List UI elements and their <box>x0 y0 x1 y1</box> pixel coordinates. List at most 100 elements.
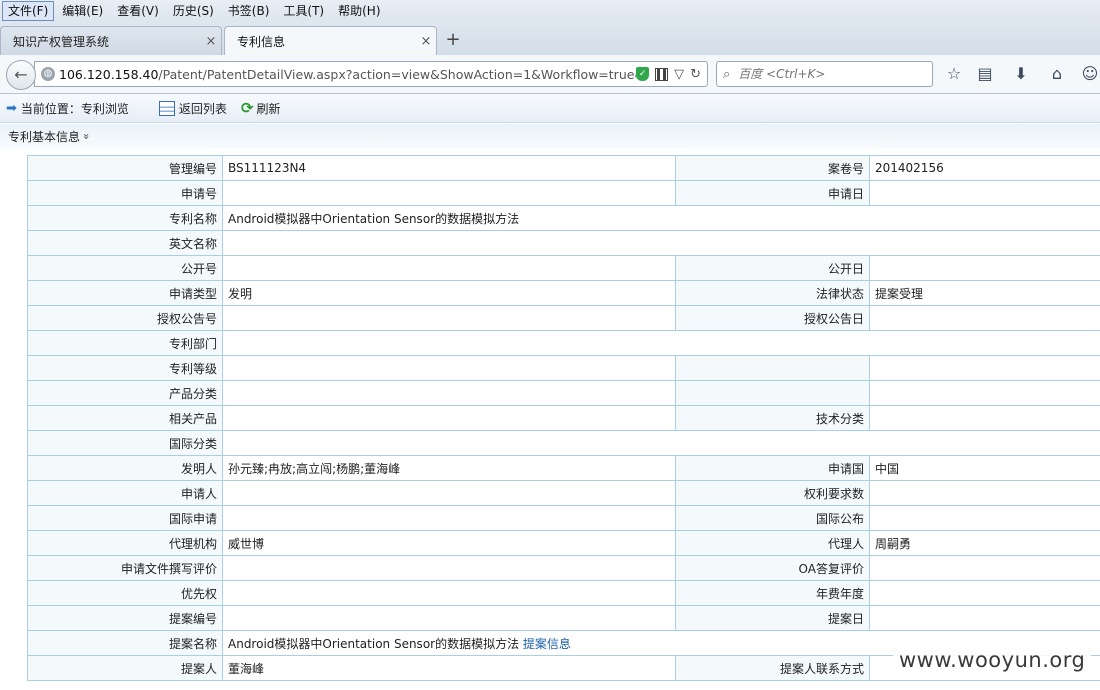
search-bar[interactable]: ⌕ <box>716 61 933 87</box>
menu-file[interactable]: 文件(F) <box>2 1 55 21</box>
field-label: OA答复评价 <box>675 555 870 581</box>
field-value-text: Android模拟器中Orientation Sensor的数据模拟方法 <box>228 636 520 651</box>
new-tab-button[interactable]: + <box>444 31 462 49</box>
field-label: 产品分类 <box>27 380 223 406</box>
shield-icon[interactable]: ✓ <box>636 67 650 81</box>
field-label: 提案日 <box>675 605 870 631</box>
field-label: 国际公布 <box>675 505 870 531</box>
menu-edit[interactable]: 编辑(E) <box>56 1 109 21</box>
collapse-chevron-icon[interactable]: » <box>80 133 93 140</box>
chat-icon[interactable]: ☺ <box>1080 64 1100 84</box>
field-label: 专利等级 <box>27 355 223 381</box>
url-host: 106.120.158.40 <box>59 66 159 82</box>
field-label: 法律状态 <box>675 280 870 306</box>
field-value-text: Android模拟器中Orientation Sensor的数据模拟方法 <box>228 211 520 226</box>
field-value <box>869 355 1100 381</box>
field-label: 提案名称 <box>27 630 223 656</box>
menu-bookmarks[interactable]: 书签(B) <box>222 1 276 21</box>
field-label: 提案编号 <box>27 605 223 631</box>
field-label: 专利名称 <box>27 205 223 231</box>
field-value <box>222 180 676 206</box>
field-value <box>869 555 1100 581</box>
field-label: 授权公告日 <box>675 305 870 331</box>
section-header[interactable]: 专利基本信息 » <box>0 124 1100 148</box>
field-value <box>869 505 1100 531</box>
field-value <box>222 330 1100 356</box>
back-button[interactable]: ← <box>6 60 36 90</box>
menu-history[interactable]: 历史(S) <box>167 1 220 21</box>
qr-code-icon[interactable] <box>655 67 669 81</box>
field-value <box>222 505 676 531</box>
table-row: 公开号 公开日 <box>27 255 1100 281</box>
home-icon[interactable]: ⌂ <box>1047 64 1067 84</box>
field-label: 发明人 <box>27 455 223 481</box>
field-value <box>222 305 676 331</box>
field-value <box>869 180 1100 206</box>
field-label: 代理机构 <box>27 530 223 556</box>
close-icon[interactable]: × <box>416 34 436 49</box>
field-value: 201402156 <box>869 155 1100 181</box>
table-row: 管理编号 BS111123N4 案卷号 201402156 <box>27 155 1100 181</box>
dropdown-arrow-icon[interactable]: ▽ <box>674 67 684 82</box>
tab-ip-management[interactable]: 知识产权管理系统 × <box>0 26 222 55</box>
bookmark-star-icon[interactable]: ☆ <box>944 64 964 84</box>
refresh-icon: ⟳ <box>240 99 254 117</box>
table-row: 申请文件撰写评价 OA答复评价 <box>27 555 1100 581</box>
table-row: 专利名称 Android模拟器中Orientation Sensor的数据模拟方法 <box>27 205 1100 231</box>
field-label: 提案人联系方式 <box>675 655 870 681</box>
search-input[interactable] <box>736 66 911 82</box>
navigation-bar: ◍ 106.120.158.40/Patent/PatentDetailView… <box>0 55 1100 94</box>
field-value <box>222 555 676 581</box>
url-text[interactable]: 106.120.158.40/Patent/PatentDetailView.a… <box>59 67 636 82</box>
table-row: 申请类型 发明 法律状态 提案受理 <box>27 280 1100 306</box>
search-icon: ⌕ <box>723 66 731 82</box>
field-value <box>222 405 676 431</box>
back-to-list-button[interactable]: 返回列表 <box>158 100 227 117</box>
field-value <box>869 380 1100 406</box>
tab-title: 知识产权管理系统 <box>13 34 110 49</box>
back-to-list-label: 返回列表 <box>178 101 227 116</box>
field-label: 申请号 <box>27 180 223 206</box>
reading-list-icon[interactable]: ▤ <box>975 64 995 84</box>
field-label: 申请国 <box>675 455 870 481</box>
table-row: 专利部门 <box>27 330 1100 356</box>
table-row: 申请人 权利要求数 <box>27 480 1100 506</box>
proposal-info-link[interactable]: 提案信息 <box>523 637 571 651</box>
field-label: 相关产品 <box>27 405 223 431</box>
url-bar[interactable]: ◍ 106.120.158.40/Patent/PatentDetailView… <box>34 61 708 87</box>
reload-icon[interactable]: ↻ <box>690 67 701 82</box>
field-label: 提案人 <box>27 655 223 681</box>
field-value <box>869 605 1100 631</box>
current-location: 当前位置：专利浏览 <box>20 101 129 116</box>
menu-view[interactable]: 查看(V) <box>111 1 165 21</box>
menu-tools[interactable]: 工具(T) <box>277 1 330 21</box>
field-label: 授权公告号 <box>27 305 223 331</box>
field-value: 周嗣勇 <box>869 530 1100 556</box>
tab-patent-info[interactable]: 专利信息 × <box>224 26 437 55</box>
field-label: 申请类型 <box>27 280 223 306</box>
refresh-button[interactable]: ⟳ 刷新 <box>241 99 281 117</box>
table-row: 国际分类 <box>27 430 1100 456</box>
field-label: 技术分类 <box>675 405 870 431</box>
arrow-right-icon: ➡ <box>6 100 17 116</box>
field-value <box>869 305 1100 331</box>
field-label: 权利要求数 <box>675 480 870 506</box>
field-label: 专利部门 <box>27 330 223 356</box>
table-row: 授权公告号 授权公告日 <box>27 305 1100 331</box>
field-value: 董海峰 <box>222 655 676 681</box>
menu-help[interactable]: 帮助(H) <box>332 1 386 21</box>
download-icon[interactable]: ⬇ <box>1011 64 1031 84</box>
watermark: www.wooyun.org <box>893 648 1092 672</box>
field-value: 威世博 <box>222 530 676 556</box>
refresh-label: 刷新 <box>256 101 281 116</box>
close-icon[interactable]: × <box>201 34 221 49</box>
field-value <box>222 580 676 606</box>
field-label: 公开号 <box>27 255 223 281</box>
field-value: 发明 <box>222 280 676 306</box>
table-row: 代理机构 威世博 代理人 周嗣勇 <box>27 530 1100 556</box>
field-value <box>869 580 1100 606</box>
field-value <box>222 605 676 631</box>
field-value <box>222 230 1100 256</box>
field-label: 英文名称 <box>27 230 223 256</box>
field-label: 公开日 <box>675 255 870 281</box>
